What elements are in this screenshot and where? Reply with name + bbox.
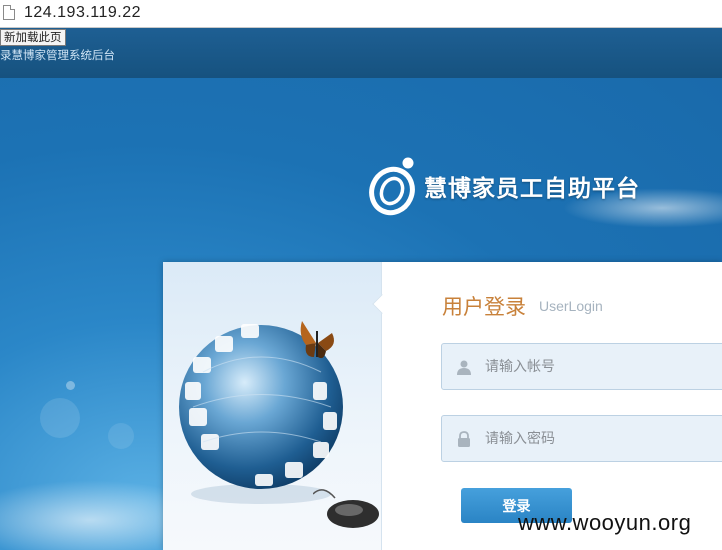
login-subtitle: UserLogin [539,298,603,314]
brand-logo-icon [369,157,415,216]
password-input[interactable] [485,416,722,461]
system-title: 录慧博家管理系统后台 [0,48,115,62]
login-panel: 用户登录 UserLogin 登录 [163,262,722,550]
bokeh-light [66,381,75,390]
illustration-area [163,262,382,550]
login-title: 用户登录 [442,295,526,319]
top-header: 录慧博家管理系统后台 [0,28,722,78]
password-field[interactable] [441,415,722,462]
butterfly-illustration [300,321,334,359]
document-icon [3,5,15,20]
reload-tooltip: 新加载此页 [0,29,66,46]
username-field[interactable] [441,343,722,390]
address-url[interactable]: 124.193.119.22 [24,4,141,22]
mouse-illustration [313,489,379,528]
user-icon [457,360,471,375]
lock-icon [458,431,470,447]
bokeh-light [108,423,134,449]
browser-address-bar[interactable]: 124.193.119.22 [0,0,722,28]
username-input[interactable] [485,344,722,389]
brand-name: 慧博家员工自助平台 [424,176,640,202]
bokeh-light [40,398,80,438]
watermark: www.wooyun.org [518,510,692,535]
